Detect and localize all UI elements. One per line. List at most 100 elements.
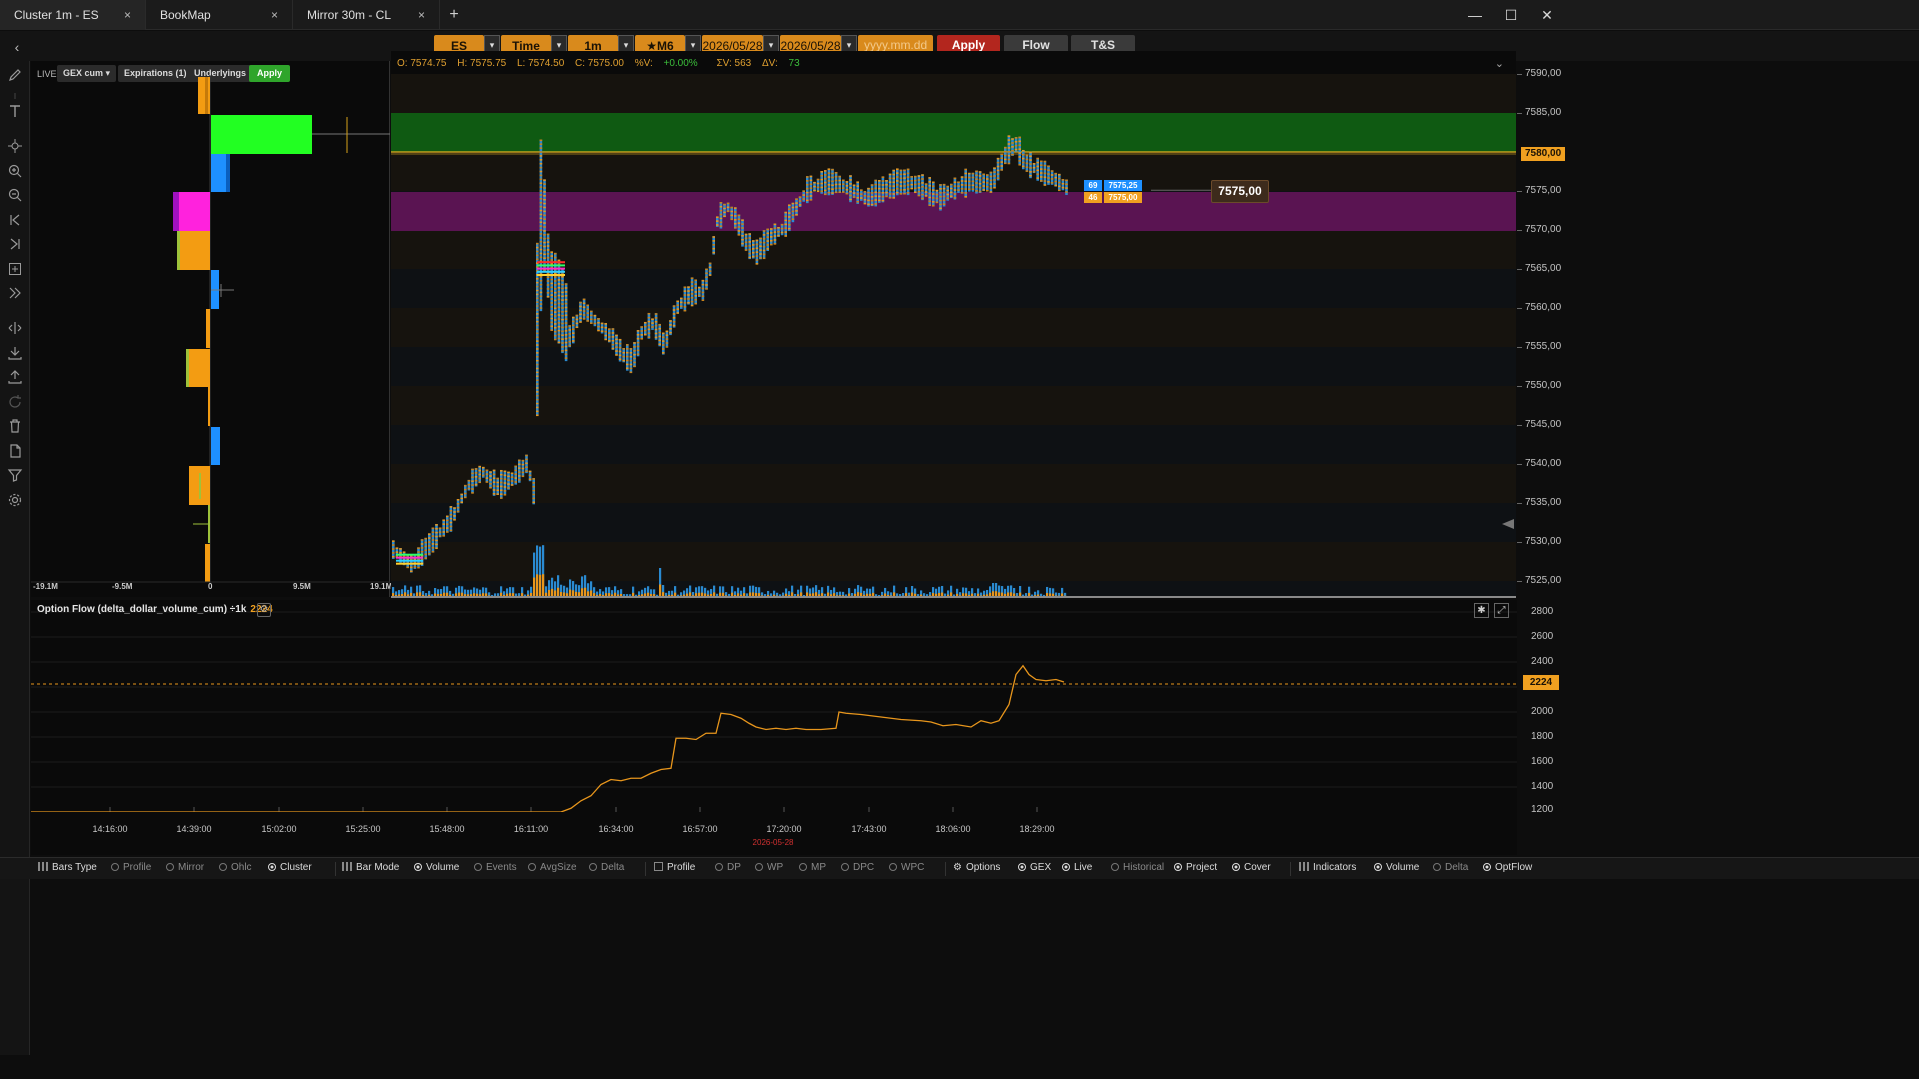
toggle-volume[interactable]: Volume xyxy=(414,862,459,873)
back-icon[interactable]: ‹ xyxy=(8,38,26,56)
option-flow-axis: 2800 2600 2400 2000 1800 1600 1400 1200 … xyxy=(1517,600,1569,815)
toggle-wp[interactable]: WP xyxy=(755,862,783,873)
toggle-wpc[interactable]: WPC xyxy=(889,862,924,873)
cluster-cell xyxy=(766,232,769,235)
cluster-cell xyxy=(626,347,629,350)
toggle-options[interactable]: ⚙ Options xyxy=(953,862,1000,873)
pencil-icon[interactable] xyxy=(7,67,23,83)
cluster-cell xyxy=(532,501,535,504)
toggle-cover[interactable]: Cover xyxy=(1232,862,1271,873)
cluster-cell xyxy=(672,320,676,323)
price-axis[interactable]: 7590,00 7585,00 7575,00 7570,00 7565,00 … xyxy=(1516,61,1569,598)
toggle-project[interactable]: Project xyxy=(1174,862,1217,873)
candle-cluster xyxy=(1036,157,1039,181)
settings-icon[interactable]: ⚙ xyxy=(257,603,271,617)
cluster-cell xyxy=(734,219,737,221)
toggle-profile[interactable]: Profile xyxy=(111,862,151,873)
toggle-historical[interactable]: Historical xyxy=(1111,862,1164,873)
cluster-cell xyxy=(870,184,874,186)
pin-icon[interactable]: ✱ xyxy=(1474,603,1489,618)
cluster-cell xyxy=(827,172,831,174)
cluster-cell xyxy=(413,566,417,568)
toggle-dpc[interactable]: DPC xyxy=(841,862,874,873)
toggle-live[interactable]: Live xyxy=(1062,862,1092,873)
toggle-ohlc[interactable]: Ohlc xyxy=(219,862,252,873)
cluster-cell xyxy=(564,310,568,313)
cluster-cell xyxy=(770,239,773,242)
refresh-icon[interactable] xyxy=(7,394,23,410)
cluster-cell xyxy=(950,187,953,190)
settings-icon[interactable] xyxy=(7,492,23,508)
cluster-cell xyxy=(770,236,773,238)
text-icon[interactable] xyxy=(7,103,23,119)
toggle-events[interactable]: Events xyxy=(474,862,517,873)
cluster-cell xyxy=(845,188,849,191)
cluster-cell xyxy=(557,325,561,328)
cluster-cell xyxy=(629,371,633,374)
toggle-indicators[interactable]: Indicators xyxy=(1299,862,1356,873)
tab-close-icon[interactable]: × xyxy=(271,8,278,22)
cluster-cell xyxy=(611,343,615,346)
add-tab-button[interactable]: + xyxy=(443,4,465,26)
split-icon[interactable] xyxy=(7,320,23,336)
cluster-cell xyxy=(1050,181,1054,184)
crosshair-icon[interactable] xyxy=(7,138,23,154)
chevron-down-icon[interactable]: ⌄ xyxy=(1495,57,1504,70)
toggle-delta[interactable]: Delta xyxy=(589,862,624,873)
cluster-cell xyxy=(543,191,546,193)
toggle-cluster[interactable]: Cluster xyxy=(268,862,312,873)
price-chart[interactable]: O: 7574.75 H: 7575.75 L: 7574.50 C: 7575… xyxy=(391,51,1516,598)
close-window-button[interactable]: ✕ xyxy=(1524,0,1570,30)
tab-bookmap[interactable]: BookMap × xyxy=(146,0,293,30)
cluster-cell xyxy=(719,225,723,228)
filter-icon[interactable] xyxy=(7,467,23,483)
toggle-gex[interactable]: GEX xyxy=(1018,862,1051,873)
cluster-cell xyxy=(806,187,809,190)
go-end-icon[interactable] xyxy=(7,236,23,252)
add-icon[interactable] xyxy=(7,261,23,277)
toggle-bar-mode[interactable]: Bar Mode xyxy=(342,862,399,873)
toggle-bars-type[interactable]: Bars Type xyxy=(38,862,97,873)
cluster-cell xyxy=(982,189,985,191)
cluster-cell xyxy=(525,462,528,465)
tab-cluster-es[interactable]: Cluster 1m - ES × xyxy=(0,0,146,30)
tab-close-icon[interactable]: × xyxy=(124,8,131,22)
cluster-cell xyxy=(615,338,618,341)
tab-mirror-cl[interactable]: Mirror 30m - CL × xyxy=(293,0,440,30)
toggle-mirror[interactable]: Mirror xyxy=(166,862,204,873)
cluster-cell xyxy=(651,322,654,324)
cluster-cell xyxy=(921,182,924,184)
toggle-optflow[interactable]: OptFlow xyxy=(1483,862,1532,873)
cluster-cell xyxy=(460,501,463,504)
zoom-out-icon[interactable] xyxy=(7,187,23,203)
toggle-dp[interactable]: DP xyxy=(715,862,741,873)
cluster-cell xyxy=(683,309,687,312)
candles-canvas xyxy=(391,74,1516,598)
cluster-cell xyxy=(554,319,557,321)
cluster-cell xyxy=(1018,160,1021,162)
tab-close-icon[interactable]: × xyxy=(418,8,425,22)
trash-icon[interactable] xyxy=(7,418,23,434)
cluster-cell xyxy=(543,183,546,185)
cluster-cell xyxy=(503,493,507,496)
cluster-cell xyxy=(820,182,823,185)
toggle-avgsize[interactable]: AvgSize xyxy=(528,862,577,873)
go-start-icon[interactable] xyxy=(7,212,23,228)
toggle-volume[interactable]: Volume xyxy=(1374,862,1419,873)
cluster-cell xyxy=(536,363,539,366)
cluster-cell xyxy=(557,337,561,340)
upload-icon[interactable] xyxy=(7,369,23,385)
cluster-cell xyxy=(582,302,586,305)
cluster-cell xyxy=(755,247,759,250)
scroll-marker-icon[interactable] xyxy=(1502,519,1514,529)
maximize-icon[interactable]: ⤢ xyxy=(1494,603,1509,618)
toggle-profile[interactable]: Profile xyxy=(654,862,695,873)
candle-cluster xyxy=(1061,179,1065,191)
cluster-cell xyxy=(791,206,795,209)
download-icon[interactable] xyxy=(7,345,23,361)
zoom-in-icon[interactable] xyxy=(7,163,23,179)
toggle-mp[interactable]: MP xyxy=(799,862,826,873)
expand-icon[interactable] xyxy=(7,285,23,301)
toggle-delta[interactable]: Delta xyxy=(1433,862,1468,873)
file-icon[interactable] xyxy=(7,443,23,459)
